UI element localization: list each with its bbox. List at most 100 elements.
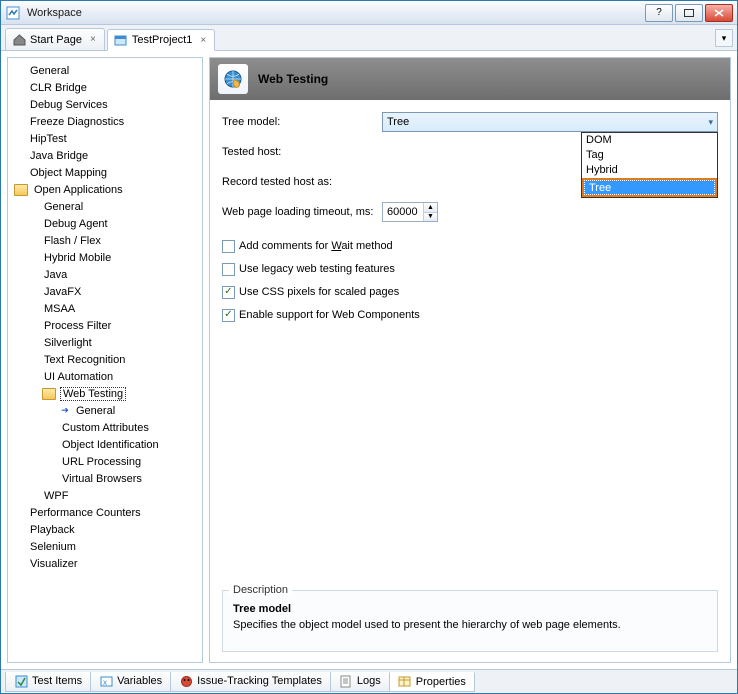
tree-model-combobox[interactable]: Tree ▾	[382, 112, 718, 132]
tree-node-label: Virtual Browsers	[60, 473, 144, 485]
tree-node[interactable]: Text Recognition	[10, 351, 200, 368]
tree-node[interactable]: Object Identification	[10, 436, 200, 453]
tree-node-label: Web Testing	[60, 387, 126, 401]
tree-node[interactable]: URL Processing	[10, 453, 200, 470]
tree-node[interactable]: MSAA	[10, 300, 200, 317]
logs-icon	[339, 674, 353, 688]
tree-node[interactable]: Web Testing	[10, 385, 200, 402]
css-pixels-checkbox[interactable]	[222, 286, 235, 299]
record-as-label: Record tested host as:	[222, 176, 382, 188]
panel-header: Web Testing	[210, 58, 730, 100]
tree-node-label: JavaFX	[42, 286, 83, 298]
tree-node[interactable]: Hybrid Mobile	[10, 249, 200, 266]
tree-node[interactable]: WPF	[10, 487, 200, 504]
tab-label: Variables	[117, 675, 162, 687]
tree-node[interactable]: Java	[10, 266, 200, 283]
tree-node-label: General	[74, 405, 117, 417]
tree-node[interactable]: Debug Services	[10, 96, 200, 113]
help-button[interactable]: ?	[645, 4, 673, 22]
tab-test-items[interactable]: Test Items	[5, 672, 91, 692]
tree-node[interactable]: Silverlight	[10, 334, 200, 351]
tree-node-label: URL Processing	[60, 456, 143, 468]
tree-node-label: Selenium	[28, 541, 78, 553]
tree-node[interactable]: Object Mapping	[10, 164, 200, 181]
tree-model-label: Tree model:	[222, 116, 382, 128]
css-pixels-label: Use CSS pixels for scaled pages	[239, 286, 399, 298]
tree-node-label: General	[28, 65, 71, 77]
close-button[interactable]	[705, 4, 733, 22]
maximize-button[interactable]	[675, 4, 703, 22]
tested-host-label: Tested host:	[222, 146, 382, 158]
tree-node[interactable]: Playback	[10, 521, 200, 538]
timeout-spinner[interactable]: ▲ ▼	[382, 202, 438, 222]
spin-up-button[interactable]: ▲	[424, 203, 437, 213]
dropdown-option-hybrid[interactable]: Hybrid	[582, 163, 717, 178]
tree-node[interactable]: JavaFX	[10, 283, 200, 300]
tab-testproject1[interactable]: TestProject1 ×	[107, 29, 215, 51]
issue-tracking-icon	[179, 674, 193, 688]
tree-node[interactable]: General	[10, 198, 200, 215]
tree-node[interactable]: Freeze Diagnostics	[10, 113, 200, 130]
tree-node[interactable]: Selenium	[10, 538, 200, 555]
timeout-input[interactable]	[383, 203, 423, 221]
workspace-window: Workspace ? Start Page × TestProject1 ×	[0, 0, 738, 694]
tree-node[interactable]: Visualizer	[10, 555, 200, 572]
tree-node-label: WPF	[42, 490, 70, 502]
tab-issue-tracking[interactable]: Issue-Tracking Templates	[170, 672, 331, 692]
timeout-label: Web page loading timeout, ms:	[222, 206, 382, 218]
test-items-icon	[14, 674, 28, 688]
tree-node-label: Java Bridge	[28, 150, 90, 162]
tab-label: TestProject1	[132, 34, 193, 46]
tabstrip-dropdown-button[interactable]: ▾	[715, 29, 733, 47]
dropdown-option-dom[interactable]: DOM	[582, 133, 717, 148]
folder-icon	[42, 388, 56, 400]
tab-start-page[interactable]: Start Page ×	[5, 28, 105, 50]
tab-label: Logs	[357, 675, 381, 687]
tree-node-label: Debug Agent	[42, 218, 110, 230]
tree-node[interactable]: HipTest	[10, 130, 200, 147]
tree-node[interactable]: General	[10, 62, 200, 79]
dropdown-option-tree[interactable]: Tree	[582, 178, 717, 197]
add-comments-checkbox[interactable]	[222, 240, 235, 253]
dropdown-option-tag[interactable]: Tag	[582, 148, 717, 163]
tree-node[interactable]: Debug Agent	[10, 215, 200, 232]
tab-close-icon[interactable]: ×	[88, 34, 98, 45]
tree-node-label: Flash / Flex	[42, 235, 103, 247]
tree-node[interactable]: ➔General	[10, 402, 200, 419]
tree-node-label: Custom Attributes	[60, 422, 151, 434]
settings-panel: Web Testing Tree model: Tree ▾ Tested ho…	[209, 57, 731, 663]
tree-node[interactable]: Open Applications	[10, 181, 200, 198]
tab-label: Properties	[416, 676, 466, 688]
tree-model-dropdown-list[interactable]: DOM Tag Hybrid Tree	[581, 132, 718, 198]
tree-node[interactable]: CLR Bridge	[10, 79, 200, 96]
app-icon	[5, 5, 21, 21]
tab-label: Test Items	[32, 675, 82, 687]
tree-node-label: Hybrid Mobile	[42, 252, 113, 264]
tree-node[interactable]: Custom Attributes	[10, 419, 200, 436]
tab-variables[interactable]: x Variables	[90, 672, 171, 692]
tree-node-label: Process Filter	[42, 320, 113, 332]
tree-node-label: Java	[42, 269, 69, 281]
variables-icon: x	[99, 674, 113, 688]
category-tree[interactable]: General CLR Bridge Debug ServicesFreeze Di…	[7, 57, 203, 663]
tab-close-icon[interactable]: ×	[198, 35, 208, 46]
tree-node[interactable]: Performance Counters	[10, 504, 200, 521]
tab-properties[interactable]: Properties	[389, 672, 475, 692]
tree-node-label: CLR Bridge	[28, 82, 89, 94]
tree-node[interactable]: Process Filter	[10, 317, 200, 334]
tree-node[interactable]: Java Bridge	[10, 147, 200, 164]
web-testing-icon	[218, 64, 248, 94]
tree-node-label: Visualizer	[28, 558, 80, 570]
svg-text:x: x	[103, 678, 107, 687]
spin-down-button[interactable]: ▼	[424, 213, 437, 222]
bottom-tabstrip: Test Items x Variables Issue-Tracking Te…	[1, 669, 737, 693]
tree-node-label: Text Recognition	[42, 354, 127, 366]
legacy-checkbox[interactable]	[222, 263, 235, 276]
tab-logs[interactable]: Logs	[330, 672, 390, 692]
tree-node-label: Object Identification	[60, 439, 161, 451]
webcomponents-checkbox[interactable]	[222, 309, 235, 322]
tree-node[interactable]: Flash / Flex	[10, 232, 200, 249]
tree-node[interactable]: UI Automation	[10, 368, 200, 385]
legacy-label: Use legacy web testing features	[239, 263, 395, 275]
tree-node[interactable]: Virtual Browsers	[10, 470, 200, 487]
